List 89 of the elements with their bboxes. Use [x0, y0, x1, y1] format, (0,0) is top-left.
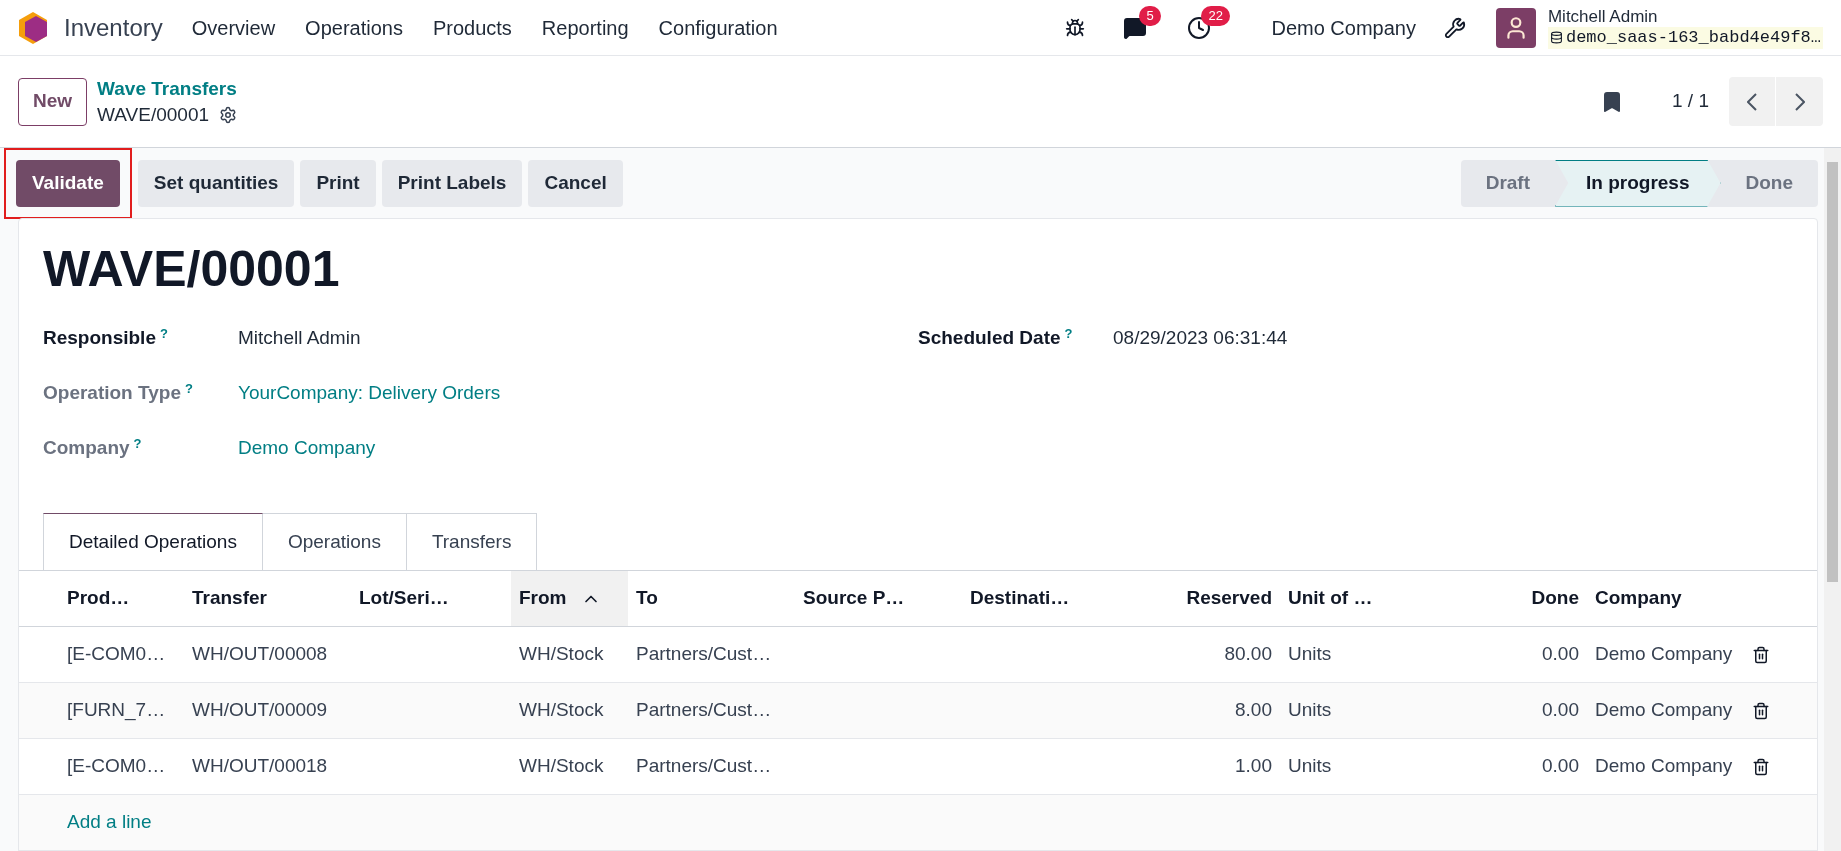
field-label: Company $^{?}$: [43, 434, 143, 461]
column-header[interactable]: From: [511, 571, 628, 626]
action-button[interactable]: Print Labels: [381, 159, 523, 207]
menu-item[interactable]: Products: [417, 12, 527, 43]
table-cell: 0.00: [1542, 643, 1579, 665]
table-cell: 8.00: [1235, 699, 1272, 721]
menu-item[interactable]: Reporting: [526, 12, 644, 43]
table-cell: Partners/Cust…: [636, 643, 772, 665]
menu-item[interactable]: Configuration: [643, 12, 793, 43]
menu-item[interactable]: Overview: [176, 12, 291, 43]
user-avatar[interactable]: [1495, 7, 1536, 48]
tab[interactable]: Operations: [262, 513, 407, 570]
table-cell: Demo Company: [1595, 643, 1733, 665]
table-cell: 1.00: [1235, 755, 1272, 777]
column-header[interactable]: Done: [1441, 571, 1587, 626]
field-label: Operation Type $^{?}$: [43, 379, 194, 406]
column-header[interactable]: Company: [1587, 571, 1746, 626]
table-cell: Partners/Cust…: [636, 699, 772, 721]
action-button[interactable]: Set quantities: [137, 159, 295, 207]
company-switcher[interactable]: Demo Company: [1271, 12, 1416, 43]
field-label: Scheduled Date $^{?}$: [918, 324, 1074, 351]
chevron-right-icon: [1794, 92, 1805, 111]
tab[interactable]: Detailed Operations: [43, 513, 263, 570]
action-button[interactable]: Validate: [16, 159, 120, 207]
user-name: Mitchell Admin: [1547, 6, 1659, 27]
pager-value: 1 / 1: [1672, 89, 1709, 114]
chat-icon[interactable]: [1123, 15, 1148, 40]
column-header[interactable]: Unit of …: [1280, 571, 1441, 626]
table-cell: WH/Stock: [519, 699, 604, 721]
table-cell: Units: [1288, 755, 1332, 777]
table-cell: 0.00: [1542, 699, 1579, 721]
chevron-left-icon: [1747, 92, 1757, 111]
table-cell: Partners/Cust…: [636, 755, 772, 777]
app-logo-icon: [18, 10, 48, 45]
field-link[interactable]: YourCompany: Delivery Orders: [238, 379, 501, 408]
activity-badge: 22: [1201, 5, 1230, 26]
message-badge: 5: [1139, 5, 1161, 26]
table-cell: WH/OUT/00018: [192, 755, 328, 777]
help-mark[interactable]: ?: [133, 435, 142, 451]
menu-item[interactable]: Operations: [290, 12, 418, 43]
field-value: Mitchell Admin: [238, 326, 361, 351]
table-cell: WH/OUT/00008: [192, 643, 328, 665]
tab[interactable]: Transfers: [406, 513, 538, 570]
column-header[interactable]: Source P…: [795, 571, 962, 626]
database-icon: [1549, 31, 1563, 44]
status-stage[interactable]: Done: [1720, 159, 1818, 207]
help-mark[interactable]: ?: [1064, 325, 1073, 341]
column-header[interactable]: Transfer: [184, 571, 351, 626]
bug-icon[interactable]: [1065, 17, 1086, 38]
delete-icon[interactable]: [1752, 701, 1770, 720]
scrollbar[interactable]: [1824, 148, 1841, 851]
field-link[interactable]: Demo Company: [238, 434, 376, 463]
status-stage[interactable]: In progress: [1555, 159, 1721, 207]
status-stage[interactable]: Draft: [1460, 159, 1555, 207]
record-name: WAVE/00001: [97, 102, 210, 127]
action-button[interactable]: Cancel: [528, 159, 623, 207]
table-cell: Demo Company: [1595, 755, 1733, 777]
add-line-link[interactable]: Add a line: [67, 808, 152, 837]
settings-icon[interactable]: [219, 105, 238, 124]
table-cell: Units: [1288, 643, 1332, 665]
new-button[interactable]: New: [18, 77, 88, 126]
column-header[interactable]: Prod…: [59, 571, 184, 626]
table-row[interactable]: [FURN_7… WH/OUT/00009 WH/Stock Partners/Cust… 8.00 Units 0.00 Demo Company: [19, 683, 1817, 739]
field-label: Responsible $^{?}$: [43, 324, 169, 351]
column-header[interactable]: Destinati…: [962, 571, 1129, 626]
table-cell: WH/Stock: [519, 755, 604, 777]
table-cell: Demo Company: [1595, 699, 1733, 721]
record-title: WAVE/00001: [42, 240, 341, 299]
table-cell: [E-COM0…: [67, 755, 166, 777]
help-mark[interactable]: ?: [184, 380, 193, 396]
column-header[interactable]: To: [628, 571, 795, 626]
field-value: 08/29/2023 06:31:44: [1113, 326, 1288, 351]
database-label: demo_saas-163_babd4e49f8…: [1547, 26, 1823, 49]
table-cell: [E-COM0…: [67, 643, 166, 665]
tools-icon[interactable]: [1443, 16, 1466, 39]
table-cell: 80.00: [1224, 643, 1272, 665]
table-cell: 0.00: [1542, 755, 1579, 777]
action-button[interactable]: Print: [300, 159, 376, 207]
column-header[interactable]: Reserved: [1129, 571, 1280, 626]
app-name[interactable]: Inventory: [64, 9, 163, 46]
table-cell: [FURN_7…: [67, 699, 166, 721]
delete-icon[interactable]: [1752, 757, 1770, 776]
delete-icon[interactable]: [1752, 645, 1770, 664]
column-header[interactable]: Lot/Seri…: [351, 571, 511, 626]
help-mark[interactable]: ?: [160, 325, 168, 341]
table-cell: WH/OUT/00009: [192, 699, 328, 721]
breadcrumb-link[interactable]: Wave Transfers: [97, 75, 238, 102]
table-cell: Units: [1288, 699, 1332, 721]
table-cell: WH/Stock: [519, 643, 604, 665]
